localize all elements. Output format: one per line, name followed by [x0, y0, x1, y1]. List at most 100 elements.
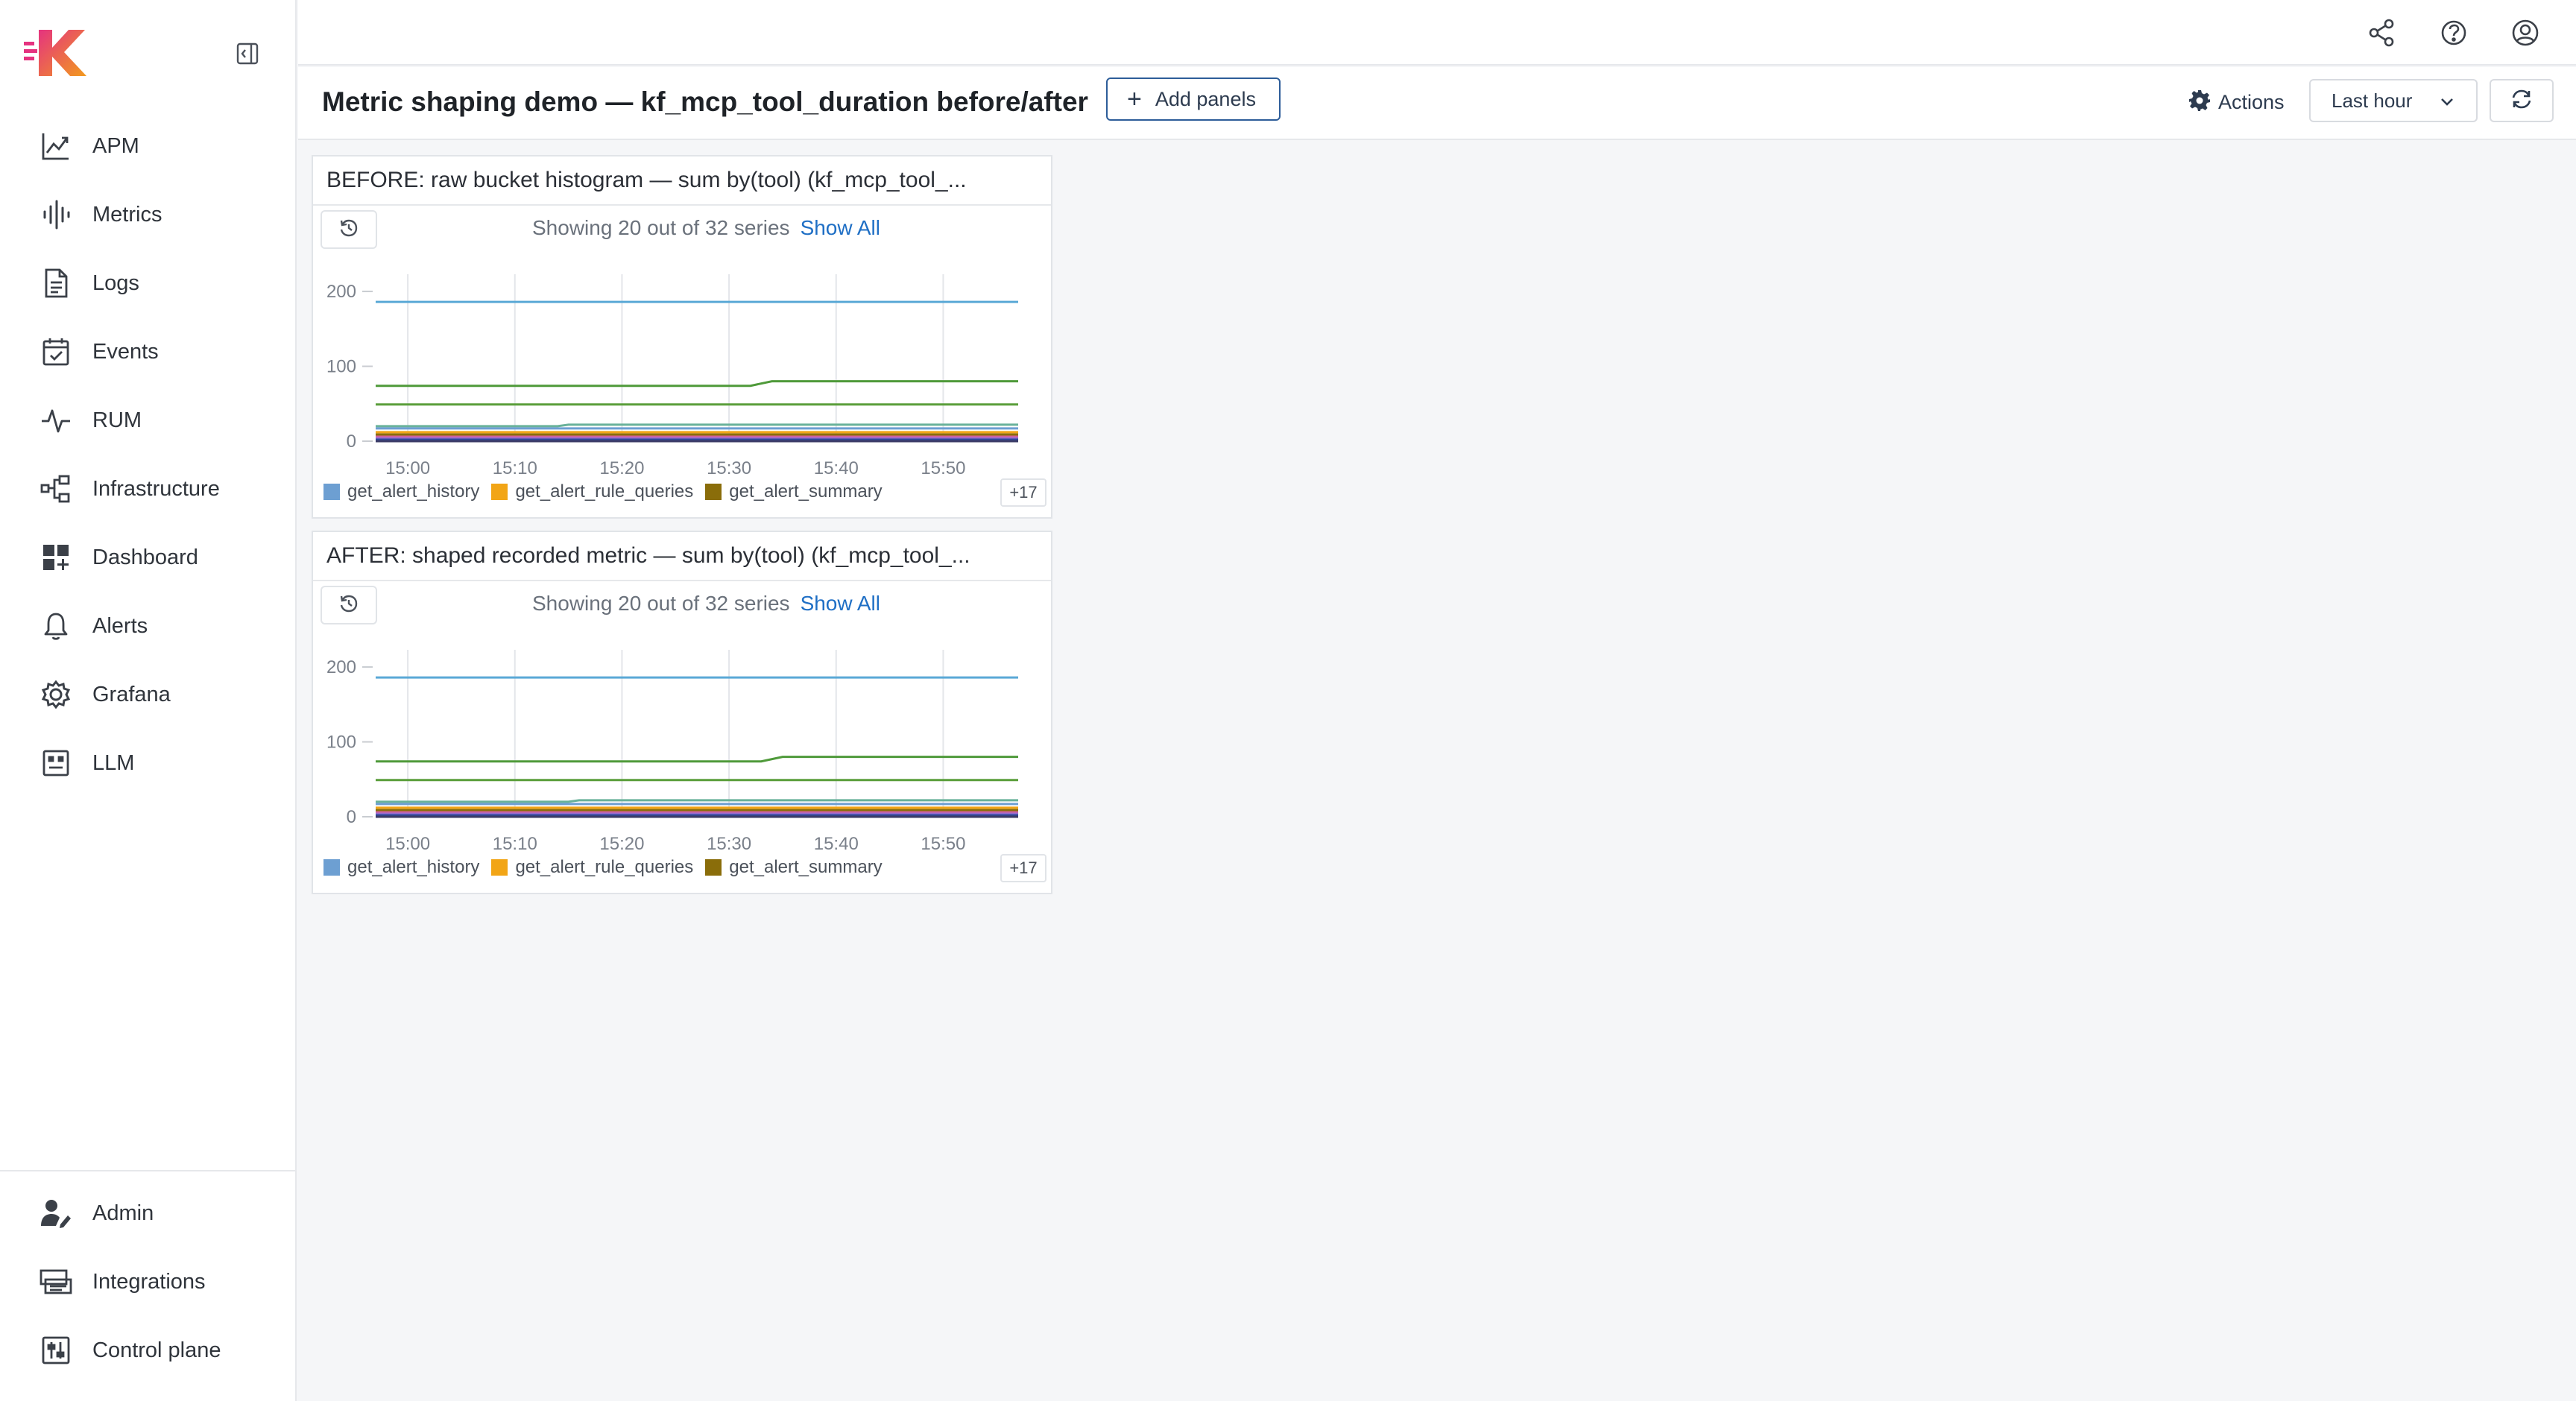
x-tick-label: 15:00 [385, 458, 430, 477]
history-reset-icon [338, 593, 359, 618]
reset-zoom-button[interactable] [321, 586, 377, 624]
page-title: Metric shaping demo — kf_mcp_tool_durati… [322, 86, 1088, 117]
x-tick-label: 15:40 [814, 834, 859, 853]
sidebar-item-label: RUM [92, 408, 142, 432]
share-icon[interactable] [2366, 16, 2399, 49]
legend-more-badge[interactable]: +17 [1000, 854, 1046, 882]
series-line [376, 380, 1018, 388]
legend-swatch [705, 859, 722, 876]
time-range-select[interactable]: Last hour [2309, 79, 2478, 122]
x-tick-label: 15:20 [599, 458, 644, 477]
legend-swatch [491, 484, 508, 500]
grafana-icon [39, 677, 73, 712]
alerts-bell-icon [39, 609, 73, 643]
legend-more-badge[interactable]: +17 [1000, 478, 1046, 507]
sidebar-item-label: LLM [92, 750, 135, 775]
actions-button[interactable]: Actions [2188, 89, 2285, 116]
legend-item-get-alert-rule-queries[interactable]: get_alert_rule_queries [491, 481, 693, 502]
x-tick-label: 15:20 [599, 834, 644, 853]
x-tick-label: 15:30 [707, 458, 751, 477]
sidebar-item-dashboard[interactable]: Dashboard [0, 523, 295, 592]
legend-item-get-alert-history[interactable]: get_alert_history [323, 481, 479, 502]
sidebar-item-apm[interactable]: APM [0, 112, 295, 180]
show-all-link[interactable]: Show All [801, 216, 880, 239]
logs-document-icon [39, 266, 73, 300]
y-tick-label: 200 [326, 657, 356, 677]
legend-item-get-alert-summary[interactable]: get_alert_summary [705, 857, 883, 878]
sidebar-item-llm[interactable]: LLM [0, 729, 295, 797]
sidebar-item-infrastructure[interactable]: Infrastructure [0, 455, 295, 523]
y-tick-label: 200 [326, 282, 356, 302]
plus-icon: + [1127, 85, 1142, 113]
apm-trend-icon [39, 129, 73, 163]
chart-legend: get_alert_history get_alert_rule_queries… [323, 481, 894, 502]
y-tick-label: 100 [326, 357, 356, 377]
refresh-button[interactable] [2490, 79, 2554, 122]
integrations-icon [39, 1265, 73, 1299]
series-line [376, 756, 1018, 763]
reset-zoom-button[interactable] [321, 210, 377, 249]
sidebar-item-alerts[interactable]: Alerts [0, 592, 295, 660]
panel-title[interactable]: AFTER: shaped recorded metric — sum by(t… [313, 532, 1051, 581]
dashboard-header: Metric shaping demo — kf_mcp_tool_durati… [298, 67, 2576, 140]
x-tick-label: 15:40 [814, 458, 859, 477]
chevron-down-icon [2439, 94, 2455, 114]
line-chart-before[interactable]: 15:00 15:10 15:20 15:30 15:40 15:50 0 100 200 [313, 253, 1051, 477]
legend-item-get-alert-rule-queries[interactable]: get_alert_rule_queries [491, 857, 693, 878]
x-tick-label: 15:10 [493, 834, 537, 853]
sidebar-item-grafana[interactable]: Grafana [0, 660, 295, 729]
rum-pulse-icon [39, 403, 73, 437]
control-plane-sliders-icon [39, 1333, 73, 1367]
sidebar-item-control-plane[interactable]: Control plane [0, 1316, 295, 1385]
sidebar-item-label: Control plane [92, 1338, 221, 1362]
sidebar: APM Metrics Logs Events RUM Infrastructu… [0, 0, 297, 1401]
help-icon[interactable] [2437, 16, 2470, 49]
gear-icon [2188, 89, 2211, 116]
sidebar-item-label: Events [92, 339, 159, 364]
legend-label: get_alert_history [347, 481, 480, 502]
add-panels-button[interactable]: + Add panels [1106, 78, 1281, 121]
legend-item-get-alert-summary[interactable]: get_alert_summary [705, 481, 883, 502]
panel-after: AFTER: shaped recorded metric — sum by(t… [312, 531, 1052, 894]
user-account-icon[interactable] [2509, 16, 2542, 49]
series-count-text: Showing 20 out of 32 series [532, 216, 790, 239]
sidebar-collapse-icon[interactable] [234, 40, 261, 67]
sidebar-item-label: Integrations [92, 1269, 206, 1294]
sidebar-item-metrics[interactable]: Metrics [0, 180, 295, 249]
time-range-value: Last hour [2332, 89, 2413, 112]
sidebar-nav: APM Metrics Logs Events RUM Infrastructu… [0, 112, 295, 797]
show-all-link[interactable]: Show All [801, 592, 880, 615]
sidebar-item-events[interactable]: Events [0, 317, 295, 386]
line-chart-after[interactable]: 15:00 15:10 15:20 15:30 15:40 15:50 0 100 200 [313, 629, 1051, 853]
x-tick-label: 15:30 [707, 834, 751, 853]
chart-legend: get_alert_history get_alert_rule_queries… [323, 857, 894, 878]
sidebar-item-label: Admin [92, 1201, 154, 1225]
legend-swatch [323, 484, 340, 500]
admin-user-icon [39, 1196, 73, 1230]
x-tick-label: 15:50 [921, 834, 965, 853]
series-line [376, 799, 1018, 803]
sidebar-item-logs[interactable]: Logs [0, 249, 295, 317]
panel-title[interactable]: BEFORE: raw bucket histogram — sum by(to… [313, 156, 1051, 206]
sidebar-item-admin[interactable]: Admin [0, 1179, 295, 1247]
sidebar-item-label: Alerts [92, 613, 148, 638]
sidebar-item-label: Metrics [92, 202, 162, 227]
infrastructure-nodes-icon [39, 472, 73, 506]
llm-icon [39, 746, 73, 780]
legend-swatch [491, 859, 508, 876]
legend-label: get_alert_rule_queries [515, 481, 694, 502]
refresh-icon [2510, 87, 2534, 115]
legend-item-get-alert-history[interactable]: get_alert_history [323, 857, 479, 878]
sidebar-item-integrations[interactable]: Integrations [0, 1247, 295, 1316]
sidebar-item-label: Infrastructure [92, 476, 220, 501]
series-count-text: Showing 20 out of 32 series [532, 592, 790, 615]
sidebar-item-rum[interactable]: RUM [0, 386, 295, 455]
events-calendar-icon [39, 335, 73, 369]
series-count-info: Showing 20 out of 32 series Show All [532, 592, 880, 616]
sidebar-item-label: Dashboard [92, 545, 198, 569]
sidebar-item-label: Logs [92, 271, 139, 295]
x-tick-label: 15:50 [921, 458, 965, 477]
app-logo[interactable] [22, 27, 89, 78]
sidebar-item-label: APM [92, 133, 139, 158]
panel-body: Showing 20 out of 32 series Show All 15:0… [313, 581, 1051, 894]
